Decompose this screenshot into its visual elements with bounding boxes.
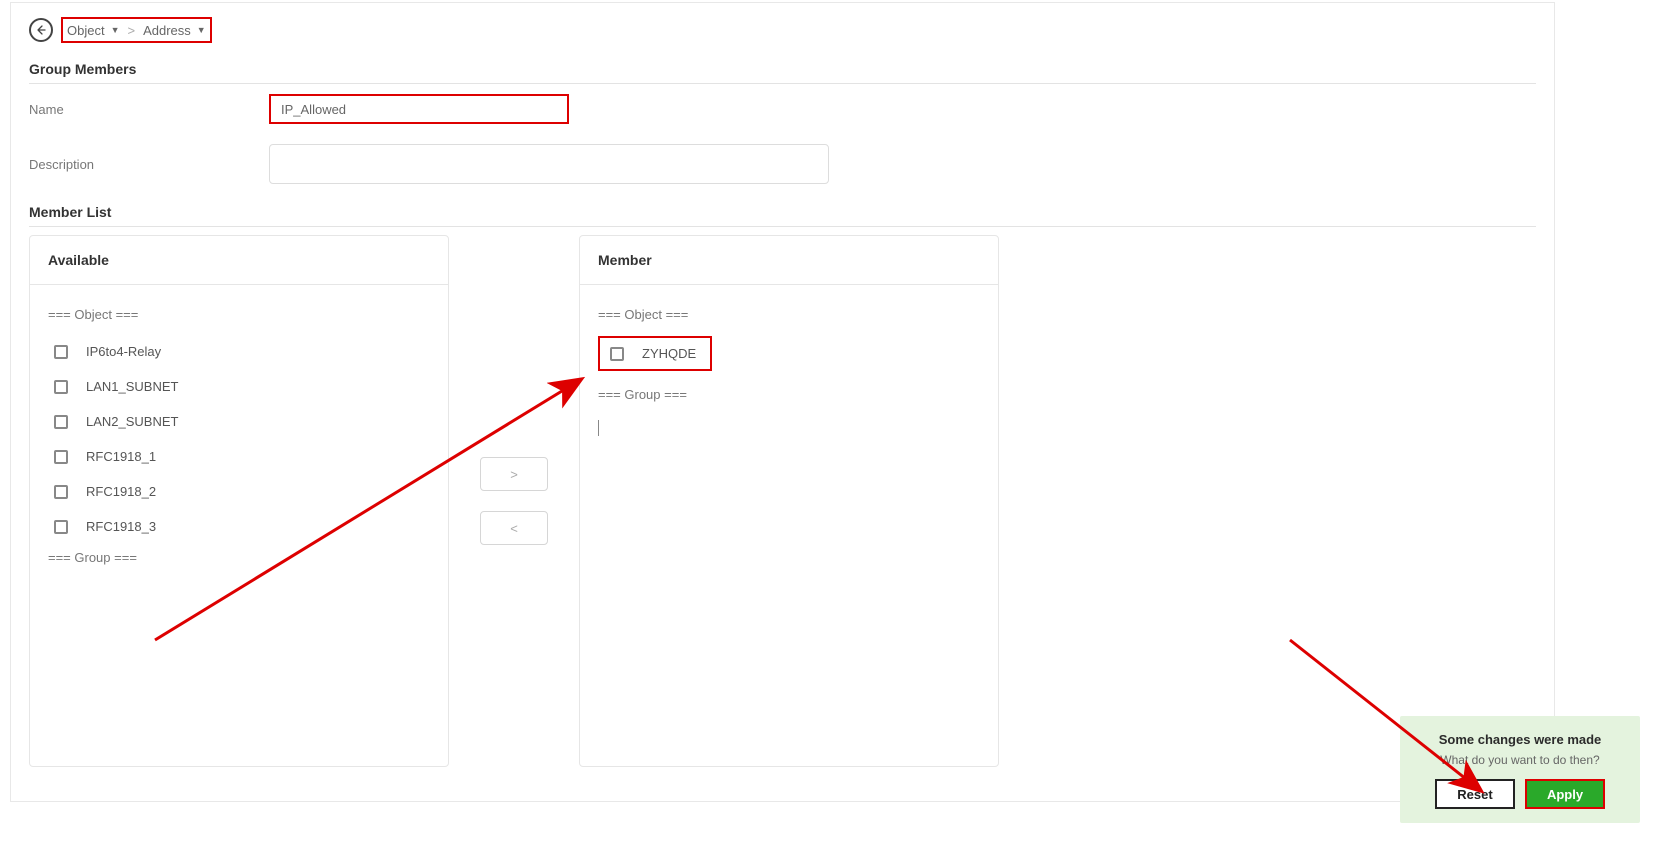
item-label: ZYHQDE (642, 346, 696, 361)
page-frame: Object ▼ > Address ▼ Group Members Name … (10, 2, 1555, 802)
list-item[interactable]: RFC1918_1 (48, 439, 430, 474)
item-label: RFC1918_2 (86, 484, 156, 499)
breadcrumb: Object ▼ > Address ▼ (61, 17, 212, 43)
available-body: === Object === IP6to4-Relay LAN1_SUBNET … (30, 285, 448, 766)
item-label: LAN1_SUBNET (86, 379, 178, 394)
checkbox[interactable] (54, 485, 68, 499)
lists-area: Available === Object === IP6to4-Relay LA… (11, 227, 1554, 767)
member-panel: Member === Object === ZYHQDE === Group =… (579, 235, 999, 767)
available-title: Available (30, 236, 448, 285)
checkbox[interactable] (610, 347, 624, 361)
member-item-highlight[interactable]: ZYHQDE (598, 336, 712, 371)
topbar: Object ▼ > Address ▼ (11, 3, 1554, 51)
reset-button[interactable]: Reset (1435, 779, 1515, 809)
member-title: Member (580, 236, 998, 285)
group-marker: === Group === (598, 387, 980, 402)
chevron-down-icon: ▼ (111, 25, 120, 35)
list-item[interactable]: LAN2_SUBNET (48, 404, 430, 439)
field-desc-row: Description (11, 134, 1554, 194)
checkbox[interactable] (54, 520, 68, 534)
desc-label: Description (29, 157, 259, 172)
text-cursor (598, 420, 599, 436)
toast-title: Some changes were made (1414, 732, 1626, 747)
group-marker: === Group === (48, 550, 430, 565)
list-item[interactable]: IP6to4-Relay (48, 334, 430, 369)
list-item[interactable]: RFC1918_3 (48, 509, 430, 544)
move-left-button[interactable]: < (480, 511, 548, 545)
member-body: === Object === ZYHQDE === Group === (580, 285, 998, 766)
name-label: Name (29, 102, 259, 117)
name-input[interactable]: IP_Allowed (269, 94, 569, 124)
item-label: IP6to4-Relay (86, 344, 161, 359)
breadcrumb-object-label: Object (67, 23, 105, 38)
item-label: RFC1918_3 (86, 519, 156, 534)
name-value: IP_Allowed (281, 102, 346, 117)
move-column: > < (464, 235, 564, 767)
toast-sub: What do you want to do then? (1414, 753, 1626, 767)
chevron-down-icon: ▼ (197, 25, 206, 35)
arrow-left-icon (35, 24, 47, 36)
section-group-members: Group Members (11, 51, 1554, 83)
list-item[interactable]: LAN1_SUBNET (48, 369, 430, 404)
list-item[interactable]: RFC1918_2 (48, 474, 430, 509)
available-panel: Available === Object === IP6to4-Relay LA… (29, 235, 449, 767)
description-input[interactable] (269, 144, 829, 184)
breadcrumb-address[interactable]: Address ▼ (143, 23, 206, 38)
breadcrumb-address-label: Address (143, 23, 191, 38)
breadcrumb-object[interactable]: Object ▼ (67, 23, 120, 38)
apply-button[interactable]: Apply (1525, 779, 1605, 809)
move-right-button[interactable]: > (480, 457, 548, 491)
section-member-list: Member List (11, 194, 1554, 226)
toast-buttons: Reset Apply (1414, 779, 1626, 809)
back-button[interactable] (29, 18, 53, 42)
checkbox[interactable] (54, 450, 68, 464)
changes-toast: Some changes were made What do you want … (1400, 716, 1640, 823)
checkbox[interactable] (54, 415, 68, 429)
checkbox[interactable] (54, 380, 68, 394)
field-name-row: Name IP_Allowed (11, 84, 1554, 134)
object-marker: === Object === (598, 307, 980, 322)
object-marker: === Object === (48, 307, 430, 322)
item-label: RFC1918_1 (86, 449, 156, 464)
item-label: LAN2_SUBNET (86, 414, 178, 429)
breadcrumb-sep: > (128, 23, 136, 38)
checkbox[interactable] (54, 345, 68, 359)
